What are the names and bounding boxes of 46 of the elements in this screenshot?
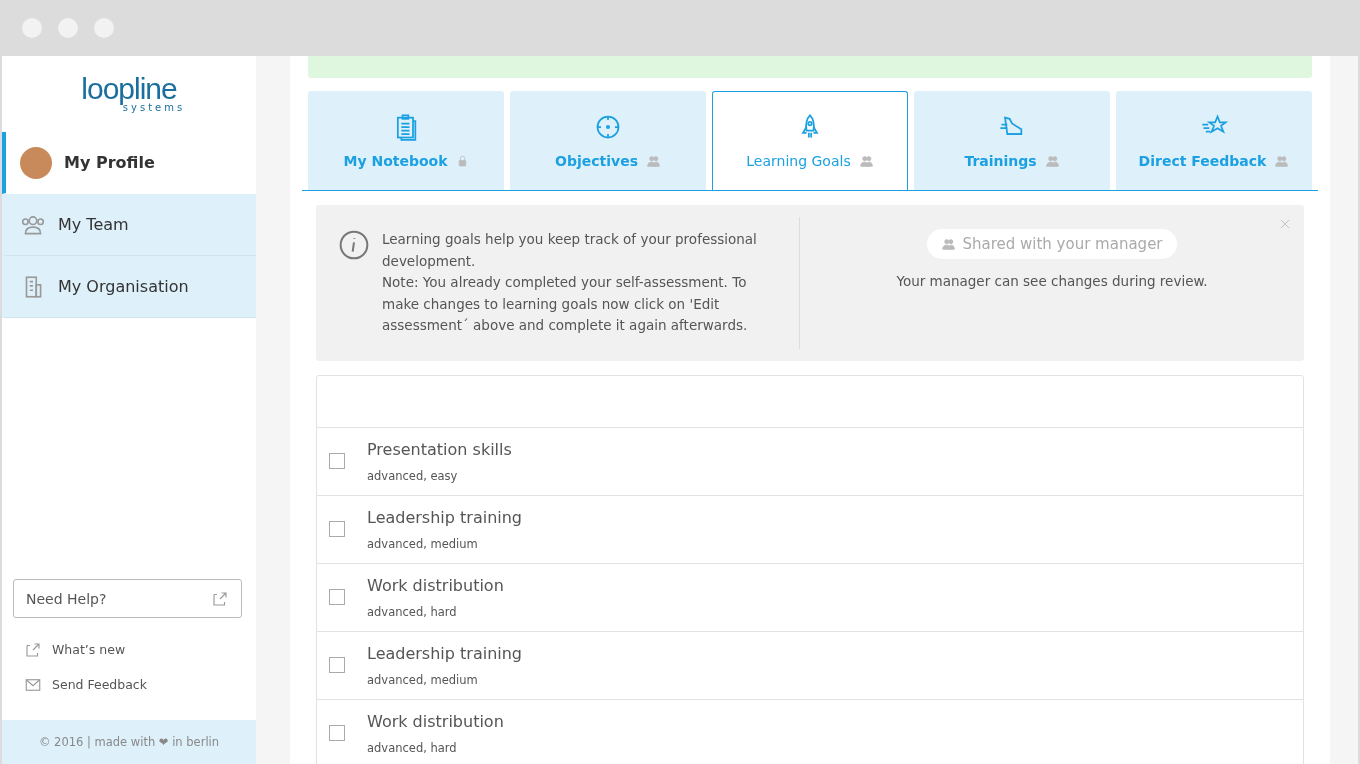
tab-label: Direct Feedback [1138,153,1267,169]
external-link-icon [211,589,229,608]
logo-text: loopline [81,75,177,103]
crosshair-icon [594,113,622,141]
info-icon [338,229,370,261]
goal-detail: advanced, medium [367,536,479,551]
sidebar-link[interactable]: Send Feedback [24,667,256,702]
people-icon [858,154,874,168]
goal-detail: advanced, medium [367,672,479,687]
tab-label: Trainings [964,153,1037,169]
sidebar-item[interactable]: My Team [2,194,256,256]
sidebar-link[interactable]: What’s new [24,632,256,667]
pill-label: Shared with your manager [962,235,1163,253]
tab-label: Objectives [555,153,638,169]
goal-detail: advanced, easy [367,468,459,483]
checkbox[interactable] [329,589,345,605]
close-icon [1278,217,1292,231]
goal-title: Work distribution [367,711,504,731]
goal-title: Presentation skills [367,439,512,459]
sidebar-item-label: My Profile [64,153,155,172]
footer-text: © 2016 | made with ❤ in berlin [2,720,256,764]
people-icon [1274,154,1290,168]
info-text: Learning goals help you keep track of your professional development. [382,230,758,271]
people-icon [941,237,957,251]
goal-title: Leadership training [367,643,522,663]
avatar [20,146,52,179]
tab-label: Learning Goals [746,153,851,169]
external-link-icon [24,640,42,659]
checkbox[interactable] [329,657,345,673]
sidebar-item-label: My Team [58,215,129,234]
sidebar-item[interactable]: My Organisation [2,256,256,318]
goal-title: Leadership training [367,507,522,527]
checkbox[interactable] [329,521,345,537]
info-text: Note: You already completed your self-assessment. To make changes to learning goals now click on 'Edit assessment´ above and complete it again afterwards. [382,273,749,335]
goal-detail: advanced, hard [367,740,458,755]
help-button[interactable]: Need Help? [13,579,242,618]
people-icon [646,154,661,168]
goal-detail: advanced, hard [367,604,458,619]
checkbox[interactable] [329,453,345,469]
people-icon [1044,154,1060,168]
shared-note: Your manager can see changes during review. [896,273,1208,289]
logo-tagline: systems [122,103,186,113]
goal-title: Work distribution [367,575,504,595]
tab-label: My Notebook [343,153,448,169]
checkbox[interactable] [329,725,345,741]
sidebar-item-label: My Organisation [58,277,189,296]
